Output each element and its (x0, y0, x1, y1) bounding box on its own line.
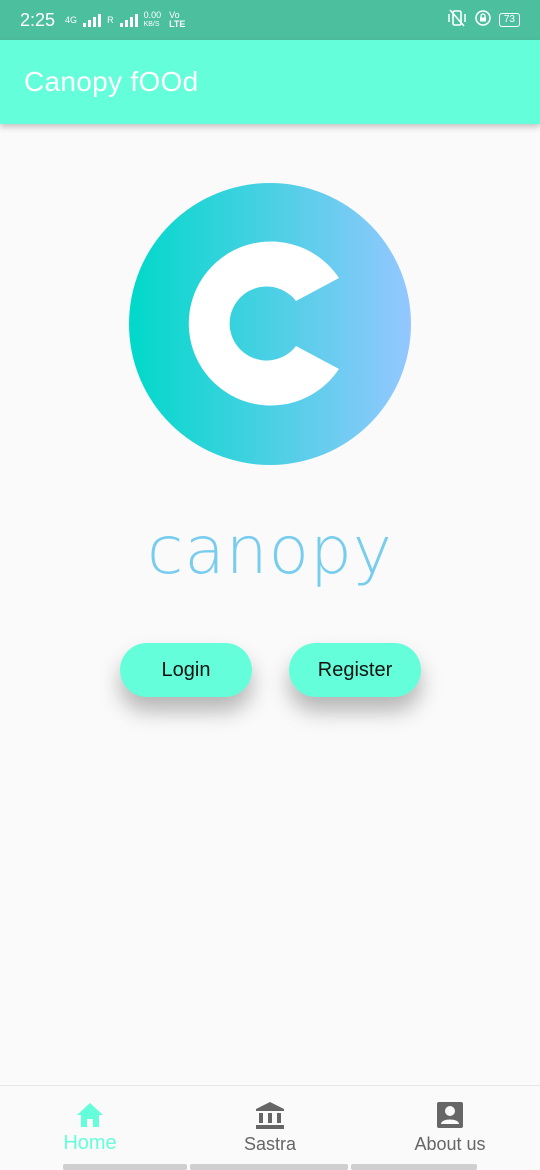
nav-item-home[interactable]: Home (0, 1086, 180, 1170)
app-title: Canopy fOOd (24, 66, 199, 97)
status-time: 2:25 (20, 9, 56, 30)
network-label-roaming: R (107, 14, 114, 25)
nav-gesture-bar-center (190, 1164, 348, 1170)
nav-label-sastra: Sastra (243, 1134, 297, 1154)
login-button[interactable]: Login (120, 643, 252, 697)
status-bar: 2:25 4G R 0.00 KB/S Vo LTE 73 (0, 0, 540, 40)
lock-rotation-icon (475, 9, 491, 31)
app-bar: Canopy fOOd (0, 40, 540, 124)
bottom-navigation: Home Sastra About us (0, 1085, 540, 1170)
signal-icon (83, 13, 102, 27)
nav-gesture-bar-left (63, 1164, 187, 1170)
data-speed-value: 0.00 (143, 10, 162, 20)
home-icon (75, 1100, 105, 1130)
battery-level: 73 (503, 14, 515, 25)
nav-item-sastra[interactable]: Sastra (180, 1086, 360, 1170)
data-speed: 0.00 KB/S (144, 11, 162, 29)
battery-icon: 73 (498, 13, 520, 27)
network-label-4g: 4G (65, 14, 78, 25)
nav-gesture-bar-right (351, 1164, 477, 1170)
canopy-logo (128, 182, 412, 466)
register-button[interactable]: Register (289, 643, 421, 697)
data-speed-unit: KB/S (143, 21, 160, 28)
vibrate-off-icon (447, 8, 467, 32)
account-box-icon (435, 1100, 465, 1130)
canopy-logo-mark (129, 183, 411, 465)
nav-label-home: Home (63, 1132, 117, 1154)
signal-icon-2 (119, 13, 138, 27)
volte-bottom: LTE (169, 19, 186, 29)
volte-indicator: Vo LTE (169, 11, 185, 29)
nav-item-about-us[interactable]: About us (360, 1086, 540, 1170)
canopy-wordmark: canopy (147, 512, 393, 589)
nav-label-about-us: About us (414, 1134, 486, 1154)
bank-icon (255, 1100, 285, 1130)
